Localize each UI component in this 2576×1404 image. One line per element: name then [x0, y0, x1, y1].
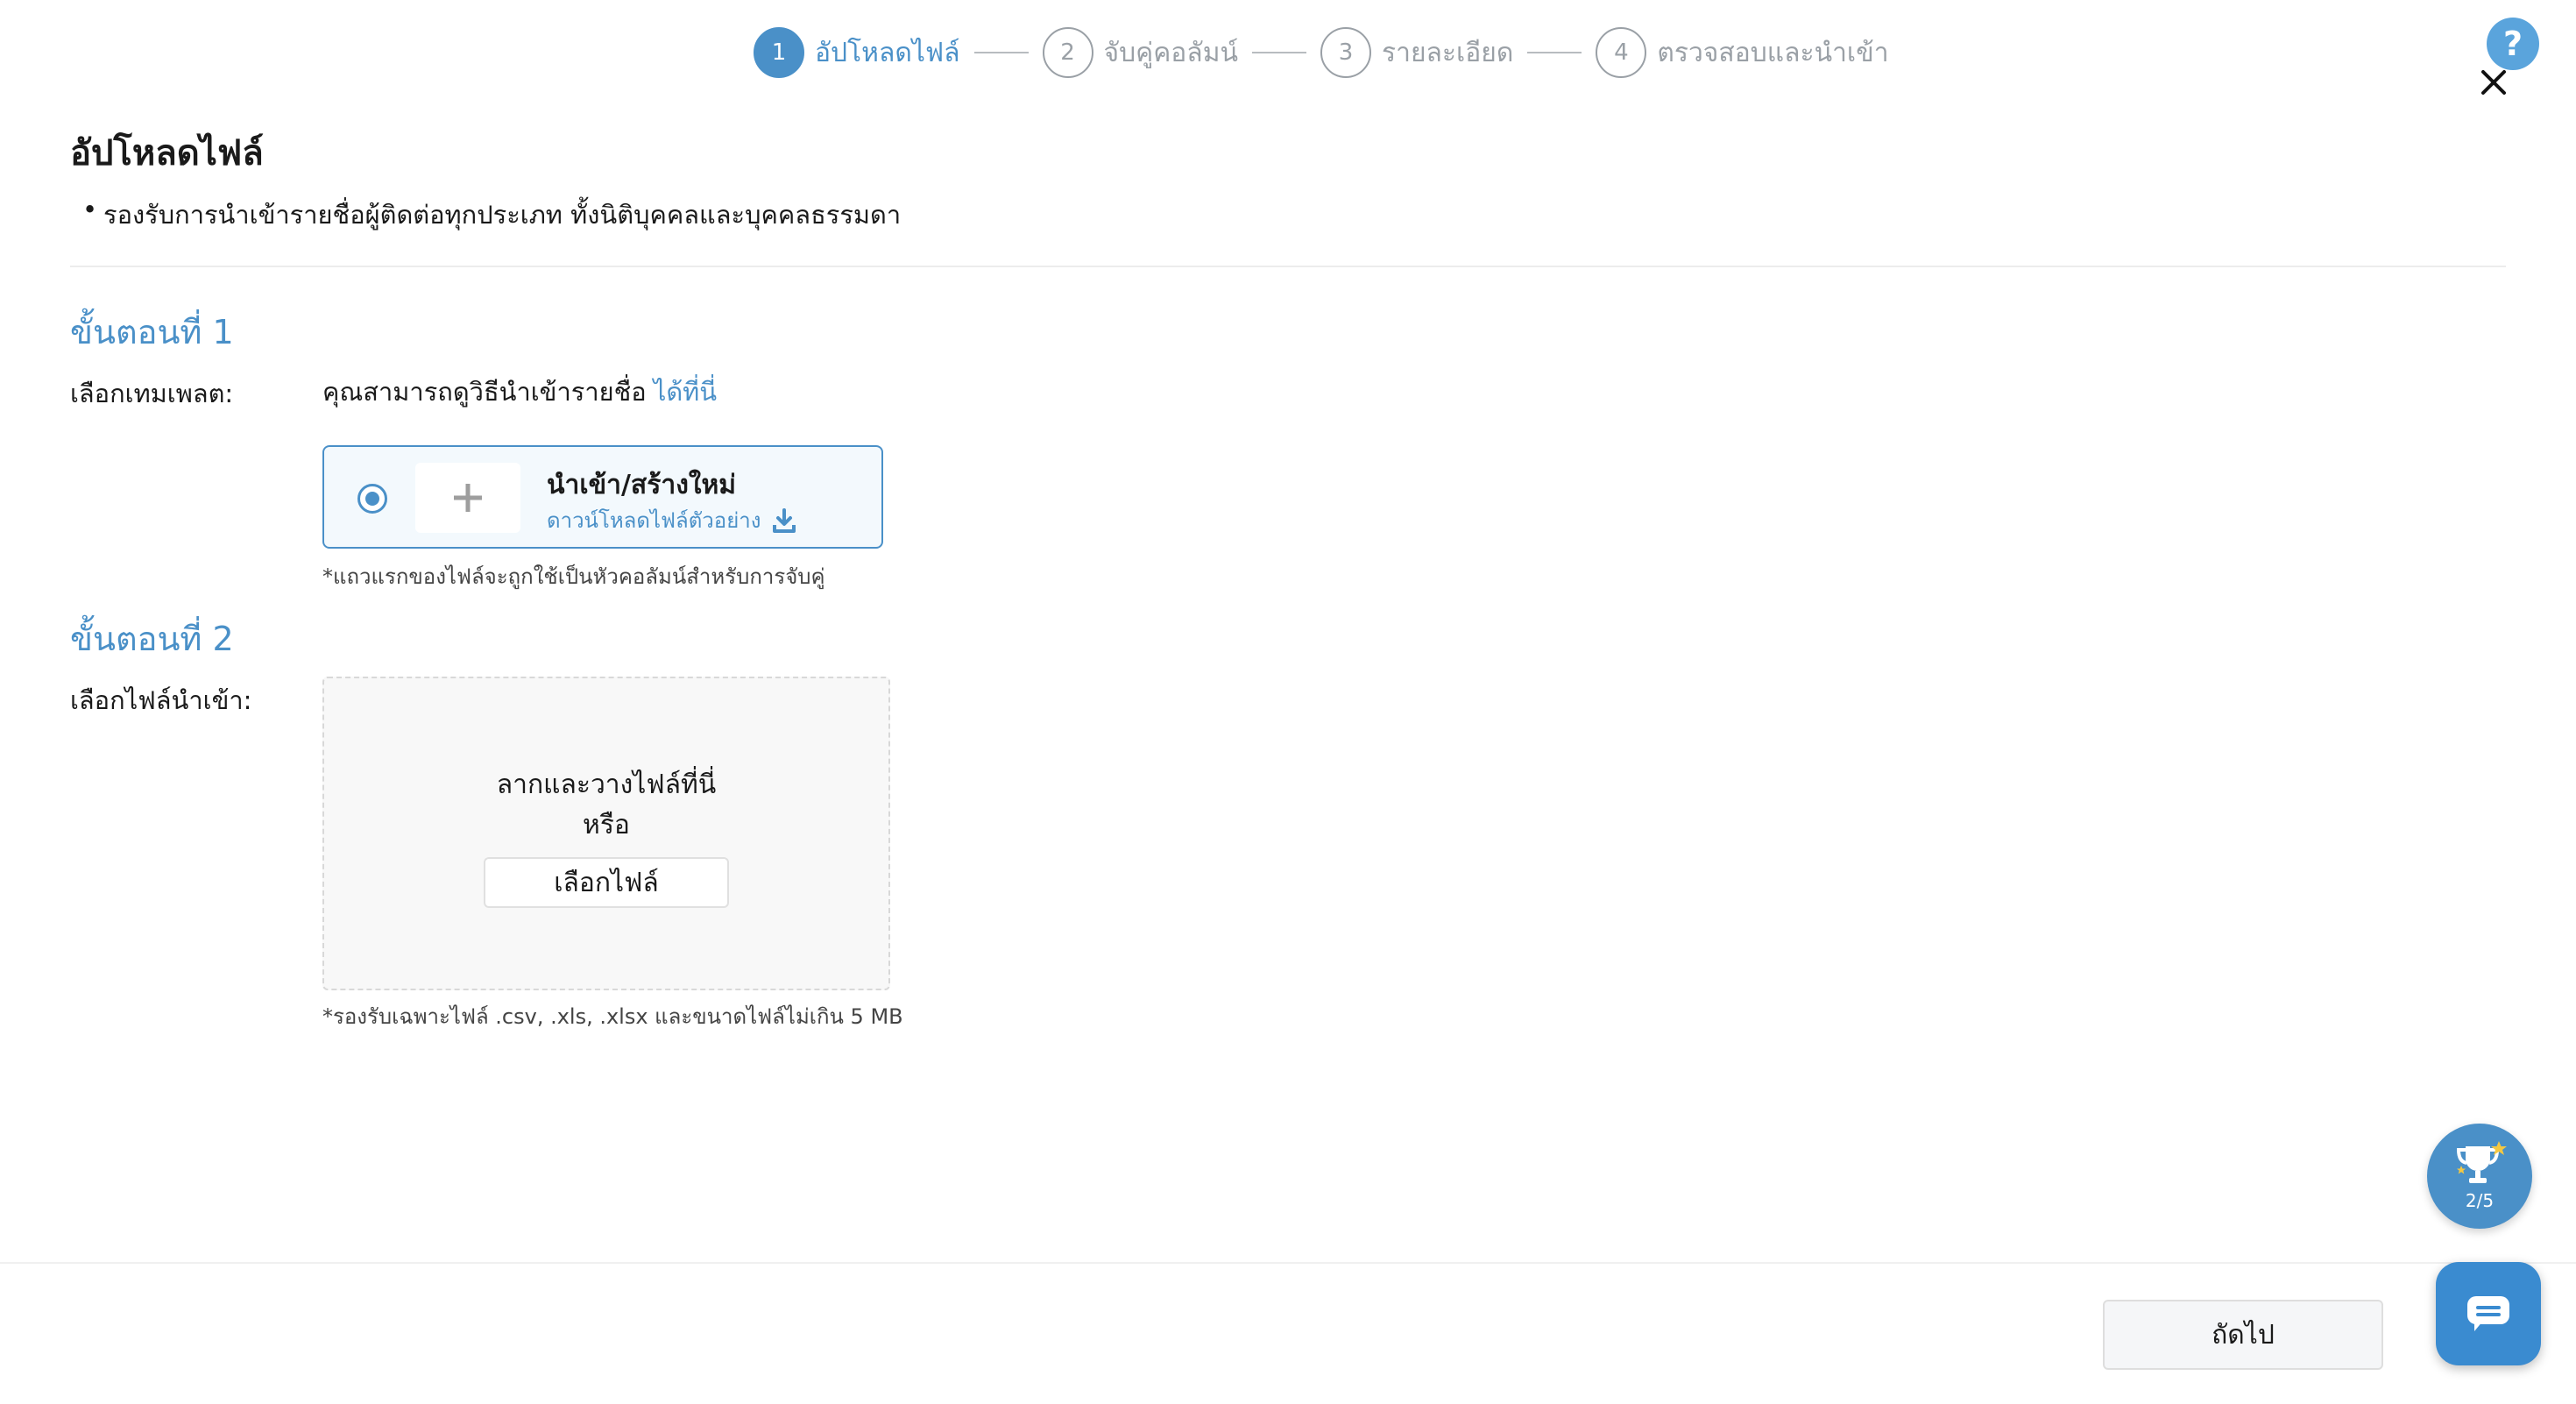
step-details: 3 รายละเอียด — [1320, 27, 1513, 78]
step-review-import: 4 ตรวจสอบและนำเข้า — [1596, 27, 1889, 78]
download-sample-label[interactable]: ดาวน์โหลดไฟล์ตัวอย่าง — [547, 503, 761, 537]
template-note: *แถวแรกของไฟล์จะถูกใช้เป็นหัวคอลัมน์สำหร… — [322, 564, 825, 589]
chat-widget[interactable] — [2436, 1262, 2541, 1365]
step-label: ตรวจสอบและนำเข้า — [1657, 37, 1889, 68]
guide-link[interactable]: ได้ที่นี่ — [654, 377, 717, 407]
step-number: 1 — [754, 27, 804, 78]
template-label: เลือกเทมเพลต: — [70, 379, 234, 408]
chat-icon — [2467, 1296, 2509, 1331]
template-hint: คุณสามารถดูวิธีนำเข้ารายชื่อ ได้ที่นี่ — [322, 372, 717, 412]
step-number: 3 — [1320, 27, 1371, 78]
step-connector — [973, 52, 1029, 53]
template-hint-text: คุณสามารถดูวิธีนำเข้ารายชื่อ — [322, 377, 647, 407]
step-label: รายละเอียด — [1381, 37, 1514, 68]
template-option-card[interactable]: นำเข้า/สร้างใหม่ ดาวน์โหลดไฟล์ตัวอย่าง — [322, 445, 883, 549]
template-radio[interactable] — [357, 484, 387, 514]
step-label: อัปโหลดไฟล์ — [815, 37, 960, 68]
step1-title: ขั้นตอนที่ 1 — [70, 313, 234, 351]
trophy-icon — [2456, 1141, 2507, 1183]
step-map-columns: 2 จับคู่คอลัมน์ — [1042, 27, 1238, 78]
close-icon[interactable] — [2476, 65, 2511, 100]
plus-icon — [415, 463, 520, 533]
footer-bar: ถัดไป — [0, 1262, 2576, 1404]
drop-instructions: ลากและวางไฟล์ที่นี่ — [496, 769, 717, 800]
page-title: อัปโหลดไฟล์ — [70, 133, 264, 174]
file-dropzone[interactable]: ลากและวางไฟล์ที่นี่ หรือ เลือกไฟล์ — [322, 677, 890, 990]
step2-title: ขั้นตอนที่ 2 — [70, 620, 234, 658]
next-button[interactable]: ถัดไป — [2103, 1300, 2383, 1370]
support-note-bullet: รองรับการนำเข้ารายชื่อผู้ติดต่อทุกประเภท… — [82, 195, 901, 235]
step-connector — [1251, 52, 1306, 53]
download-icon — [773, 507, 796, 533]
step-number: 4 — [1596, 27, 1647, 78]
progress-stepper: 1 อัปโหลดไฟล์ 2 จับคู่คอลัมน์ 3 รายละเอี… — [754, 26, 1889, 79]
choose-file-button[interactable]: เลือกไฟล์ — [484, 857, 729, 908]
step-upload: 1 อัปโหลดไฟล์ — [754, 27, 960, 78]
download-sample-link[interactable]: ดาวน์โหลดไฟล์ตัวอย่าง — [547, 503, 796, 537]
achievement-badge[interactable]: 2/5 — [2427, 1124, 2532, 1229]
section-divider — [70, 266, 2506, 267]
step-connector — [1527, 52, 1582, 53]
step-number: 2 — [1042, 27, 1093, 78]
file-label: เลือกไฟล์นำเข้า: — [70, 685, 252, 715]
help-icon[interactable]: ? — [2487, 18, 2539, 70]
file-format-note: *รองรับเฉพาะไฟล์ .csv, .xls, .xlsx และขน… — [322, 1004, 903, 1029]
or-text: หรือ — [583, 810, 630, 840]
import-upload-page: 1 อัปโหลดไฟล์ 2 จับคู่คอลัมน์ 3 รายละเอี… — [0, 0, 2576, 1404]
achievement-progress: 2/5 — [2465, 1190, 2495, 1211]
template-title: นำเข้า/สร้างใหม่ — [547, 470, 737, 500]
step-label: จับคู่คอลัมน์ — [1103, 37, 1238, 68]
